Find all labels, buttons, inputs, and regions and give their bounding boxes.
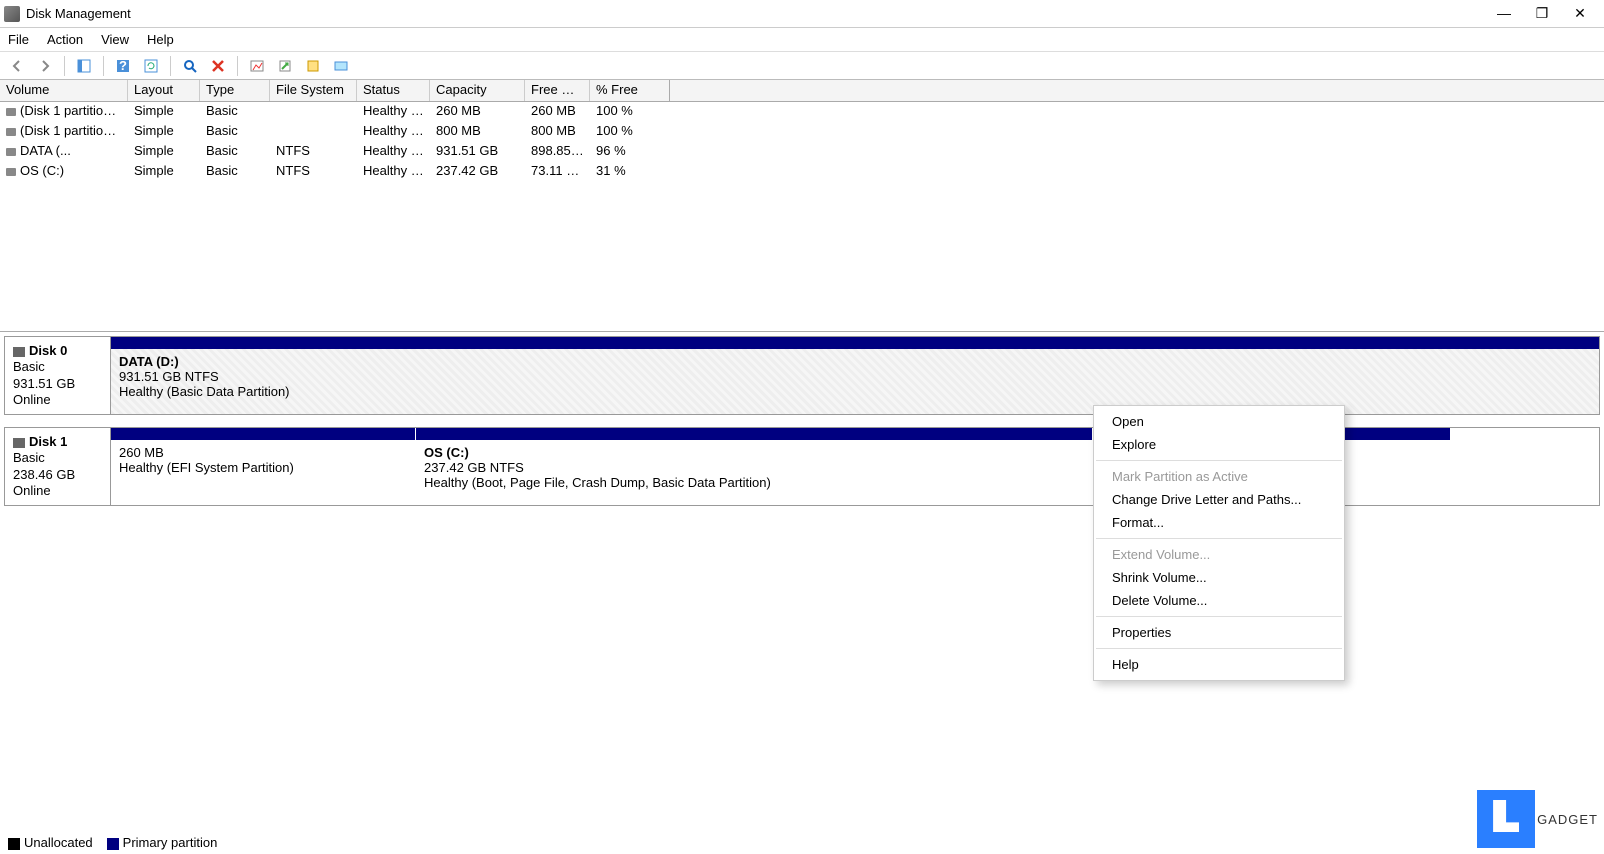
partition[interactable]: DATA (D:)931.51 GB NTFSHealthy (Basic Da… [111,349,1599,414]
col-filesystem[interactable]: File System [270,80,357,101]
menu-action[interactable]: Action [47,32,83,47]
volume-row[interactable]: DATA (...SimpleBasicNTFSHealthy (B...931… [0,142,1604,162]
ctx-explore[interactable]: Explore [1094,433,1344,456]
back-button[interactable] [6,55,28,77]
disk-icon [6,168,16,176]
delete-icon[interactable] [207,55,229,77]
svg-text:?: ? [119,58,127,73]
menu-bar: File Action View Help [0,28,1604,52]
toolbar: ? [0,52,1604,80]
legend-primary-swatch [107,838,119,850]
menu-file[interactable]: File [8,32,29,47]
close-button[interactable]: ✕ [1570,5,1590,22]
ctx-extend: Extend Volume... [1094,543,1344,566]
title-bar: Disk Management — ❐ ✕ [0,0,1604,28]
menu-help[interactable]: Help [147,32,174,47]
legend-primary-label: Primary partition [123,835,218,850]
action1-icon[interactable] [274,55,296,77]
context-menu: Open Explore Mark Partition as Active Ch… [1093,405,1345,681]
maximize-button[interactable]: ❐ [1532,5,1552,22]
watermark-logo [1477,790,1535,848]
col-pctfree[interactable]: % Free [590,80,670,101]
ctx-open[interactable]: Open [1094,410,1344,433]
disk-row: Disk 0Basic931.51 GBOnlineDATA (D:)931.5… [4,336,1600,415]
ctx-change-letter[interactable]: Change Drive Letter and Paths... [1094,488,1344,511]
disk-label[interactable]: Disk 0Basic931.51 GBOnline [5,337,111,414]
disk-icon [6,148,16,156]
properties-icon[interactable] [246,55,268,77]
rescan-icon[interactable] [179,55,201,77]
disk-icon [6,128,16,136]
show-hide-tree-button[interactable] [73,55,95,77]
ctx-format[interactable]: Format... [1094,511,1344,534]
disk-label[interactable]: Disk 1Basic238.46 GBOnline [5,428,111,505]
volume-list-header: Volume Layout Type File System Status Ca… [0,80,1604,102]
col-layout[interactable]: Layout [128,80,200,101]
ctx-shrink[interactable]: Shrink Volume... [1094,566,1344,589]
disk-icon [13,347,25,357]
partition[interactable]: OS (C:)237.42 GB NTFSHealthy (Boot, Page… [416,440,1093,505]
ctx-mark-active: Mark Partition as Active [1094,465,1344,488]
disk-graphical-view: Disk 0Basic931.51 GBOnlineDATA (D:)931.5… [0,332,1604,522]
col-type[interactable]: Type [200,80,270,101]
app-icon [4,6,20,22]
forward-button[interactable] [34,55,56,77]
watermark: GADGET [1477,790,1598,848]
volume-row[interactable]: (Disk 1 partition 4)SimpleBasicHealthy (… [0,122,1604,142]
col-freespace[interactable]: Free Sp... [525,80,590,101]
col-capacity[interactable]: Capacity [430,80,525,101]
action3-icon[interactable] [330,55,352,77]
partition[interactable]: 260 MBHealthy (EFI System Partition) [111,440,416,505]
watermark-text: GADGET [1537,812,1598,827]
legend: Unallocated Primary partition [8,835,217,850]
help-icon[interactable]: ? [112,55,134,77]
volume-row[interactable]: OS (C:)SimpleBasicNTFSHealthy (B...237.4… [0,162,1604,182]
refresh-icon[interactable] [140,55,162,77]
disk-icon [6,108,16,116]
disk-icon [13,438,25,448]
ctx-help[interactable]: Help [1094,653,1344,676]
legend-unallocated-swatch [8,838,20,850]
action2-icon[interactable] [302,55,324,77]
ctx-delete[interactable]: Delete Volume... [1094,589,1344,612]
disk-row: Disk 1Basic238.46 GBOnline260 MBHealthy … [4,427,1600,506]
minimize-button[interactable]: — [1494,5,1514,22]
ctx-properties[interactable]: Properties [1094,621,1344,644]
legend-unallocated-label: Unallocated [24,835,93,850]
volume-list: (Disk 1 partition 1)SimpleBasicHealthy (… [0,102,1604,332]
volume-row[interactable]: (Disk 1 partition 1)SimpleBasicHealthy (… [0,102,1604,122]
col-volume[interactable]: Volume [0,80,128,101]
col-status[interactable]: Status [357,80,430,101]
window-title: Disk Management [26,6,1494,21]
menu-view[interactable]: View [101,32,129,47]
